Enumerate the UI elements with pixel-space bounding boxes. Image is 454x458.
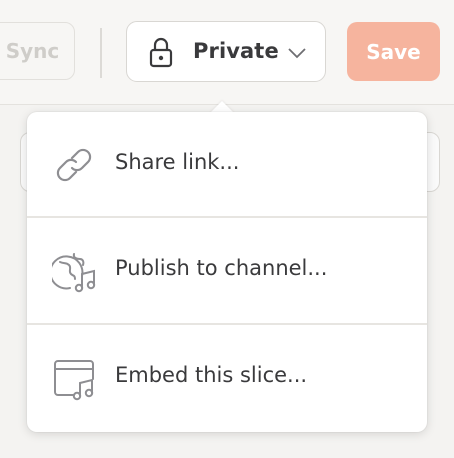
sync-button[interactable]: Sync [0, 22, 75, 80]
menu-item-label: Embed this slice... [115, 363, 308, 387]
globe-music-icon [49, 250, 100, 298]
toolbar: Sync Private Save [0, 0, 454, 105]
save-button[interactable]: Save [347, 22, 440, 81]
menu-item-label: Publish to channel... [115, 256, 328, 280]
menu-item-publish-channel[interactable]: Publish to channel... [27, 218, 427, 323]
save-button-label: Save [366, 39, 421, 64]
lock-icon [149, 36, 173, 72]
toolbar-separator [100, 28, 102, 78]
sync-button-label: Sync [5, 39, 60, 63]
menu-item-embed-slice[interactable]: Embed this slice... [27, 325, 427, 430]
menu-item-share-link[interactable]: Share link... [27, 112, 427, 217]
window-music-icon [52, 357, 98, 405]
privacy-dropdown-button[interactable]: Private [126, 21, 326, 82]
menu-item-label: Share link... [115, 150, 240, 174]
link-icon [52, 144, 96, 190]
privacy-label: Private [193, 39, 279, 63]
privacy-menu: Share link... Publish to channel... Embe… [27, 112, 427, 432]
chevron-down-icon [287, 45, 307, 64]
